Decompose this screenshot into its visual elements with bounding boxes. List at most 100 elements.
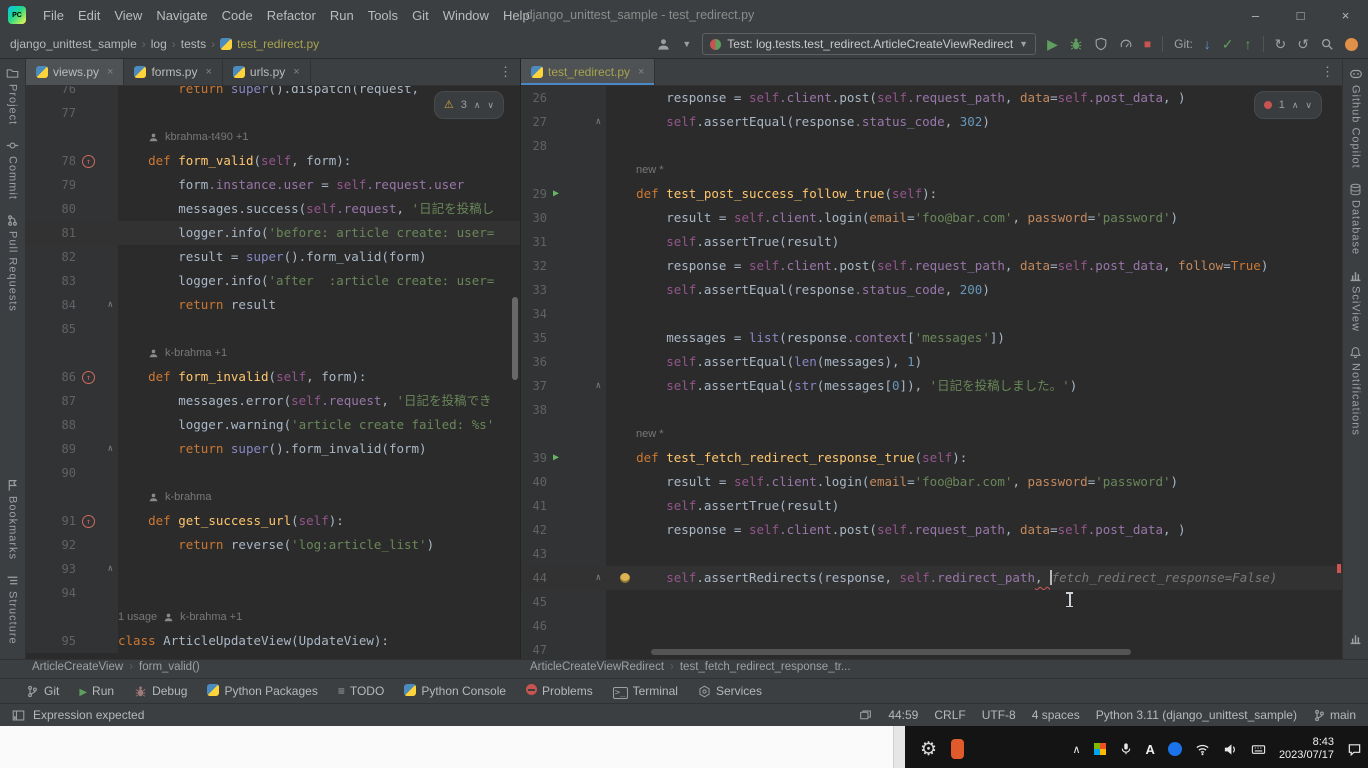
close-tab-icon[interactable]: × bbox=[205, 66, 211, 78]
error-stripe-mark[interactable] bbox=[1337, 564, 1341, 573]
tray-app-icon[interactable] bbox=[1168, 742, 1182, 756]
next-problem-icon[interactable]: ∨ bbox=[1305, 93, 1312, 117]
taskbar-clock[interactable]: 8:43 2023/07/17 bbox=[1279, 736, 1334, 762]
line-ending[interactable]: CRLF bbox=[934, 708, 965, 722]
tab-views-py[interactable]: views.py× bbox=[26, 59, 124, 85]
run-test-icon[interactable]: ▶ bbox=[553, 182, 559, 206]
menu-git[interactable]: Git bbox=[405, 8, 436, 23]
menu-view[interactable]: View bbox=[107, 8, 149, 23]
status-widget-icon[interactable] bbox=[859, 709, 872, 722]
intention-bulb-icon[interactable] bbox=[620, 573, 630, 583]
file-encoding[interactable]: UTF-8 bbox=[982, 708, 1016, 722]
notification-center-icon[interactable] bbox=[1347, 742, 1362, 757]
fold-marker-icon[interactable]: ∧ bbox=[596, 566, 601, 590]
tool-window-button-python-packages[interactable]: Python Packages bbox=[197, 679, 327, 703]
tool-stripe-pull-requests[interactable]: Pull Requests bbox=[6, 214, 19, 312]
tool-stripe-project[interactable]: Project bbox=[6, 67, 19, 125]
override-marker-icon[interactable]: ↑ bbox=[82, 515, 95, 528]
ime-mode-indicator[interactable]: A bbox=[1146, 742, 1155, 757]
code-editor-views[interactable]: 76 return super().dispatch(request, 77kb… bbox=[26, 86, 520, 659]
tool-window-button-terminal[interactable]: >_Terminal bbox=[603, 679, 688, 703]
collaboration-icon[interactable] bbox=[656, 37, 671, 52]
coverage-button[interactable] bbox=[1094, 37, 1108, 51]
fold-marker-icon[interactable]: ∧ bbox=[596, 110, 601, 134]
grid-app-icon[interactable] bbox=[1094, 743, 1106, 755]
breadcrumb-item[interactable]: form_valid() bbox=[139, 661, 200, 673]
minimize-button[interactable]: – bbox=[1233, 0, 1278, 30]
tool-window-button-run[interactable]: ▶Run bbox=[69, 679, 124, 703]
code-vision-annotation[interactable]: kbrahma-t490 +1 bbox=[118, 125, 520, 149]
tool-window-button-debug[interactable]: Debug bbox=[124, 679, 197, 703]
tool-window-button-services[interactable]: Services bbox=[688, 679, 772, 703]
run-configuration-select[interactable]: Test: log.tests.test_redirect.ArticleCre… bbox=[702, 33, 1036, 55]
collaboration-dropdown-icon[interactable]: ▼ bbox=[682, 40, 691, 49]
push-icon[interactable]: ↑ bbox=[1245, 37, 1252, 51]
search-everywhere-icon[interactable] bbox=[1320, 37, 1334, 51]
prev-problem-icon[interactable]: ∧ bbox=[1292, 93, 1299, 117]
inspections-widget[interactable]: 1 ∧ ∨ bbox=[1254, 91, 1322, 119]
code-vision-annotation[interactable]: k-brahma +1 bbox=[118, 341, 520, 365]
horizontal-scrollbar[interactable] bbox=[651, 649, 1131, 655]
taskbar-app-icon[interactable] bbox=[951, 739, 964, 759]
menu-file[interactable]: File bbox=[36, 8, 71, 23]
tab-forms-py[interactable]: forms.py× bbox=[124, 59, 222, 85]
run-button[interactable]: ▶ bbox=[1047, 37, 1058, 51]
close-button[interactable]: × bbox=[1323, 0, 1368, 30]
rollback-icon[interactable]: ↺ bbox=[1297, 37, 1309, 51]
refresh-icon[interactable]: ↻ bbox=[1275, 37, 1287, 51]
close-tab-icon[interactable]: × bbox=[293, 66, 299, 78]
python-interpreter[interactable]: Python 3.11 (django_unittest_sample) bbox=[1096, 708, 1297, 722]
debug-button[interactable] bbox=[1069, 37, 1083, 51]
tool-stripe-bookmarks[interactable]: Bookmarks bbox=[6, 479, 19, 560]
fold-marker-icon[interactable]: ∧ bbox=[108, 293, 113, 317]
tab-options-icon[interactable]: ⋮ bbox=[1321, 64, 1334, 80]
caret-position[interactable]: 44:59 bbox=[888, 708, 918, 722]
override-marker-icon[interactable]: ↑ bbox=[82, 371, 95, 384]
menu-tools[interactable]: Tools bbox=[361, 8, 405, 23]
update-project-icon[interactable]: ↓ bbox=[1204, 37, 1211, 51]
microphone-icon[interactable] bbox=[1119, 742, 1133, 756]
nav-crumb-django-unittest-sample[interactable]: django_unittest_sample bbox=[10, 37, 137, 51]
stripe-bottom-icon[interactable] bbox=[1349, 632, 1362, 645]
tab-urls-py[interactable]: urls.py× bbox=[223, 59, 311, 85]
run-test-icon[interactable]: ▶ bbox=[553, 446, 559, 470]
tool-window-button-git[interactable]: Git bbox=[16, 679, 69, 703]
menu-code[interactable]: Code bbox=[215, 8, 260, 23]
fold-marker-icon[interactable]: ∧ bbox=[108, 437, 113, 461]
menu-window[interactable]: Window bbox=[436, 8, 496, 23]
status-message[interactable]: Expression expected bbox=[33, 708, 144, 722]
code-vision-annotation[interactable]: k-brahma bbox=[118, 485, 520, 509]
next-problem-icon[interactable]: ∨ bbox=[487, 93, 494, 117]
indent-style[interactable]: 4 spaces bbox=[1032, 708, 1080, 722]
tool-stripe-database[interactable]: Database bbox=[1349, 183, 1362, 255]
code-editor-test-redirect[interactable]: 26 response = self.client.post(self.requ… bbox=[521, 86, 1342, 659]
tool-stripe-commit[interactable]: Commit bbox=[6, 139, 19, 200]
notification-dot-icon[interactable] bbox=[1345, 38, 1358, 51]
volume-icon[interactable] bbox=[1223, 742, 1238, 757]
settings-app-icon[interactable]: ⚙ bbox=[920, 738, 937, 761]
tab-options-icon[interactable]: ⋮ bbox=[499, 64, 512, 80]
nav-crumb-tests[interactable]: tests bbox=[181, 37, 206, 51]
tool-window-switcher-icon[interactable] bbox=[12, 709, 25, 722]
vertical-scrollbar[interactable] bbox=[512, 297, 518, 380]
menu-help[interactable]: Help bbox=[496, 8, 537, 23]
profiler-button[interactable] bbox=[1119, 37, 1133, 51]
tool-stripe-sciview[interactable]: SciView bbox=[1349, 269, 1362, 332]
nav-crumb-test-redirect-py[interactable]: test_redirect.py bbox=[237, 37, 319, 51]
close-tab-icon[interactable]: × bbox=[107, 66, 113, 78]
hidden-icons-chevron-icon[interactable]: ∧ bbox=[1072, 743, 1080, 756]
tool-window-button-todo[interactable]: ≡TODO bbox=[328, 679, 394, 703]
stop-button[interactable]: ■ bbox=[1144, 38, 1151, 50]
breadcrumb-item[interactable]: test_fetch_redirect_response_tr... bbox=[680, 661, 851, 673]
tool-stripe-github-copilot[interactable]: Github Copilot bbox=[1349, 67, 1363, 169]
fold-marker-icon[interactable]: ∧ bbox=[108, 557, 113, 581]
code-vision-annotation[interactable]: new * bbox=[606, 422, 1342, 446]
tab-test-redirect-py[interactable]: test_redirect.py× bbox=[521, 59, 655, 85]
override-marker-icon[interactable]: ↑ bbox=[82, 155, 95, 168]
inspections-widget[interactable]: ⚠ 3 ∧ ∨ bbox=[434, 91, 504, 119]
fold-marker-icon[interactable]: ∧ bbox=[596, 374, 601, 398]
maximize-button[interactable]: □ bbox=[1278, 0, 1323, 30]
prev-problem-icon[interactable]: ∧ bbox=[474, 93, 481, 117]
menu-run[interactable]: Run bbox=[323, 8, 361, 23]
background-window[interactable] bbox=[0, 726, 905, 768]
